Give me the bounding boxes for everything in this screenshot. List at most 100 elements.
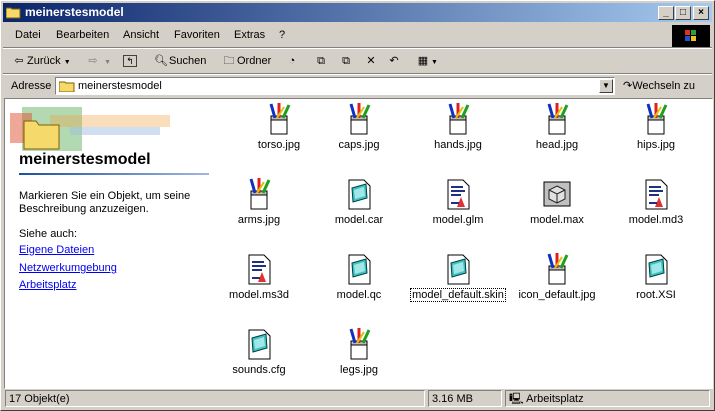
document-icon (242, 252, 276, 286)
web-view-panel: meinerstesmodel Markieren Sie ein Objekt… (5, 99, 210, 388)
generic-file-icon (242, 327, 276, 361)
file-name: caps.jpg (338, 139, 380, 151)
file-item[interactable]: model.ms3d (210, 252, 308, 301)
search-button[interactable]: 🔍︎Suchen (153, 52, 206, 70)
window-title: meinerstesmodel (25, 5, 124, 19)
link-netzwerkumgebung[interactable]: Netzwerkumgebung (19, 262, 117, 274)
move-to-icon: ⧉ (317, 55, 325, 67)
document-icon (441, 177, 475, 211)
forward-arrow-icon: ⇨ (88, 55, 98, 67)
undo-button[interactable]: ↶ (386, 52, 402, 70)
file-name: legs.jpg (340, 364, 378, 376)
jpg-paint-icon (540, 252, 574, 286)
file-name: arms.jpg (237, 214, 281, 226)
file-name: model.ms3d (229, 289, 289, 301)
generic-file-icon (342, 252, 376, 286)
delete-button[interactable]: ✕ (363, 52, 379, 70)
file-item[interactable]: arms.jpg (210, 177, 308, 226)
views-button[interactable]: ▦ ▼ (415, 52, 438, 70)
jpg-paint-icon (441, 102, 475, 136)
file-name: model.qc (336, 289, 382, 301)
history-button[interactable]: ◔ (284, 52, 300, 70)
maximize-button[interactable]: □ (675, 6, 691, 20)
delete-icon: ✕ (366, 55, 376, 67)
up-folder-button[interactable]: ↰ (123, 52, 137, 70)
file-name: icon_default.jpg (518, 289, 596, 301)
copy-to-button[interactable]: ⧉ (338, 52, 354, 70)
file-name: root.XSI (636, 289, 676, 301)
file-item[interactable]: model.md3 (607, 177, 705, 226)
folder-title: meinerstesmodel (19, 151, 151, 168)
file-item[interactable]: model.car (310, 177, 408, 226)
file-item[interactable]: hands.jpg (409, 102, 507, 151)
back-button[interactable]: ⇦ Zurück ▼ (11, 52, 71, 70)
address-input[interactable]: meinerstesmodel ▼ (55, 77, 615, 95)
file-item[interactable]: root.XSI (607, 252, 705, 301)
menu-bar: Datei Bearbeiten Ansicht Favoriten Extra… (3, 24, 712, 46)
jpg-paint-icon (639, 102, 673, 136)
address-bar: Adresse meinerstesmodel ▼ ↷Wechseln zu (3, 75, 712, 97)
address-value: meinerstesmodel (78, 80, 162, 92)
move-to-button[interactable]: ⧉ (313, 52, 329, 70)
file-item[interactable]: hips.jpg (607, 102, 705, 151)
see-also-label: Siehe auch: (19, 228, 78, 240)
undo-icon: ↶ (389, 55, 399, 67)
title-underline (19, 173, 209, 175)
go-arrow-icon: ↷ (623, 80, 633, 92)
go-button[interactable]: ↷Wechseln zu (623, 77, 709, 95)
file-name: hands.jpg (434, 139, 482, 151)
file-item[interactable]: legs.jpg (310, 327, 408, 376)
file-item[interactable]: sounds.cfg (210, 327, 308, 376)
folders-icon: 🗀 (223, 55, 235, 67)
folder-view[interactable]: meinerstesmodel Markieren Sie ein Objekt… (4, 98, 713, 389)
link-arbeitsplatz[interactable]: Arbeitsplatz (19, 279, 76, 291)
file-name: hips.jpg (637, 139, 675, 151)
address-label: Adresse (11, 80, 52, 92)
title-bar[interactable]: meinerstesmodel _ □ × (3, 3, 712, 22)
close-button[interactable]: × (693, 6, 709, 20)
file-item[interactable]: model_default.skin (409, 252, 507, 302)
file-item[interactable]: caps.jpg (310, 102, 408, 151)
menu-ansicht[interactable]: Ansicht (123, 29, 159, 41)
chevron-down-icon: ▼ (431, 59, 438, 66)
file-name: model_default.skin (410, 288, 506, 302)
jpg-paint-icon (342, 327, 376, 361)
folder-icon (6, 7, 21, 19)
chevron-down-icon: ▼ (63, 59, 71, 66)
file-name: sounds.cfg (232, 364, 286, 376)
total-size: 3.16 MB (428, 390, 502, 407)
menu-extras[interactable]: Extras (234, 29, 265, 41)
address-dropdown-button[interactable]: ▼ (599, 79, 613, 93)
generic-file-icon (342, 177, 376, 211)
minimize-button[interactable]: _ (658, 6, 674, 20)
back-arrow-icon: ⇦ (14, 55, 24, 67)
menu-bearbeiten[interactable]: Bearbeiten (56, 29, 109, 41)
object-count: 17 Objekt(e) (5, 390, 425, 407)
up-folder-icon: ↰ (123, 55, 137, 67)
file-item[interactable]: head.jpg (508, 102, 606, 151)
file-item[interactable]: model.glm (409, 177, 507, 226)
file-name: head.jpg (535, 139, 579, 151)
chevron-down-icon: ▼ (104, 59, 111, 66)
file-item[interactable]: icon_default.jpg (508, 252, 606, 301)
forward-button[interactable]: ⇨ ▼ (85, 52, 111, 70)
jpg-paint-icon (342, 102, 376, 136)
file-name: torso.jpg (257, 139, 301, 151)
computer-icon: 🖳 (509, 393, 524, 405)
selection-hint: Markieren Sie ein Objekt, um seine Besch… (19, 190, 191, 215)
folders-button[interactable]: 🗀 Ordner (221, 52, 272, 70)
document-icon (639, 177, 673, 211)
jpg-paint-icon (540, 102, 574, 136)
link-eigene-dateien[interactable]: Eigene Dateien (19, 244, 94, 256)
menu-datei[interactable]: Datei (15, 29, 41, 41)
file-item[interactable]: model.qc (310, 252, 408, 301)
jpg-paint-icon (242, 177, 276, 211)
file-item[interactable]: model.max (508, 177, 606, 226)
file-name: model.md3 (628, 214, 684, 226)
jpg-paint-icon (262, 102, 296, 136)
views-grid-icon: ▦ (417, 55, 429, 67)
menu-help[interactable]: ? (279, 29, 285, 41)
history-icon: ◔ (288, 55, 296, 67)
generic-file-icon (441, 252, 475, 286)
menu-favoriten[interactable]: Favoriten (174, 29, 220, 41)
